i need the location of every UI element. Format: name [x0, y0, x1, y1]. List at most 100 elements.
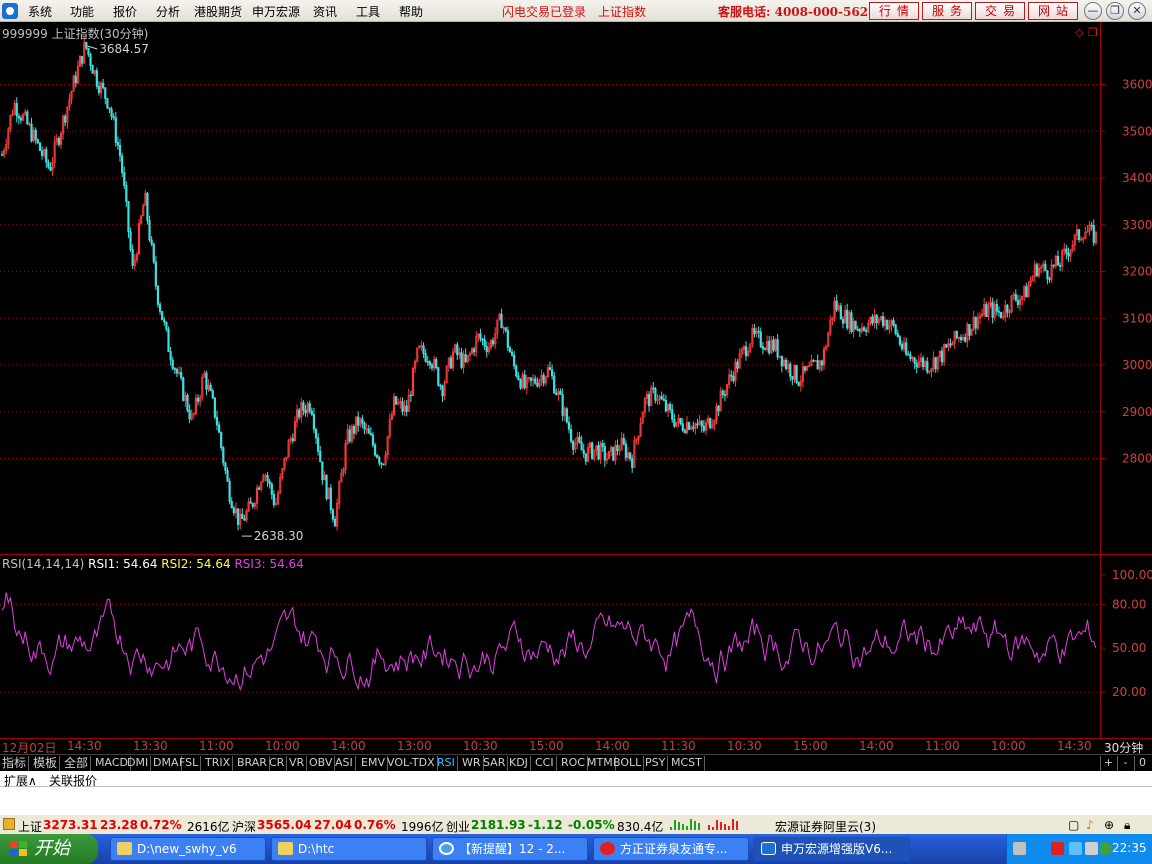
- price-tick-label: 3400: [1122, 171, 1152, 185]
- zoom-in-button[interactable]: +: [1100, 756, 1116, 771]
- tab-indicator[interactable]: 指标: [0, 756, 30, 771]
- tab-cci[interactable]: CCI: [533, 756, 557, 771]
- meter-bar: [708, 825, 710, 830]
- candle-body: [567, 421, 571, 430]
- candle-body: [580, 441, 583, 451]
- close-icon[interactable]: ✕: [1128, 2, 1146, 20]
- rsi-chart[interactable]: 100.00 80.00 50.00 20.00: [0, 555, 1152, 738]
- app-logo-icon[interactable]: [2, 3, 18, 19]
- system-tray: 22:35: [1006, 834, 1152, 864]
- volume-icon[interactable]: [1085, 842, 1098, 855]
- candlestick-chart[interactable]: 3600 3500 3400 3300 3200 3100 3000 2900 2800 3684…: [0, 22, 1152, 555]
- tab-boll[interactable]: BOLL: [611, 756, 645, 771]
- task-folder-swhy[interactable]: D:\new_swhy_v6: [110, 837, 266, 861]
- tab-roc[interactable]: ROC: [559, 756, 588, 771]
- task-folder-htc[interactable]: D:\htc: [271, 837, 427, 861]
- candle-body: [601, 443, 604, 447]
- candle-body: [500, 313, 503, 329]
- price-chart-panel[interactable]: 3600 3500 3400 3300 3200 3100 3000 2900 2800 3684…: [0, 22, 1152, 555]
- reset-zoom-button[interactable]: 0: [1134, 756, 1150, 771]
- candle-body: [236, 508, 240, 525]
- tab-brar[interactable]: BRAR: [235, 756, 270, 771]
- restore-icon[interactable]: ❐: [1106, 2, 1124, 20]
- zoom-out-button[interactable]: -: [1117, 756, 1133, 771]
- tab-asi[interactable]: ASI: [333, 756, 356, 771]
- trade-login-status[interactable]: 闪电交易已登录: [502, 3, 586, 20]
- task-fangzheng[interactable]: 方正证券泉友通专...: [593, 837, 749, 861]
- network-icon[interactable]: [1069, 842, 1082, 855]
- menu-hk-futures[interactable]: 港股期货: [194, 3, 242, 20]
- tab-mcst[interactable]: MCST: [669, 756, 705, 771]
- menu-quote[interactable]: 报价: [113, 3, 137, 20]
- menu-info[interactable]: 资讯: [313, 3, 337, 20]
- keyboard-icon[interactable]: [1013, 842, 1026, 855]
- tab-rsi[interactable]: RSI: [435, 756, 458, 771]
- quote-button[interactable]: 行情: [869, 2, 919, 20]
- rsi-axis-divider: [1100, 555, 1101, 738]
- menu-function[interactable]: 功能: [70, 3, 94, 20]
- candle-body: [376, 454, 379, 458]
- menu-analysis[interactable]: 分析: [156, 3, 180, 20]
- window-toggle-icon[interactable]: ▢: [1068, 818, 1079, 832]
- candle-body: [1006, 304, 1009, 313]
- tab-trix[interactable]: TRIX: [203, 756, 234, 771]
- candle-body: [361, 418, 364, 424]
- tab-obv[interactable]: OBV: [307, 756, 336, 771]
- update-icon[interactable]: [1099, 842, 1112, 855]
- candle-body: [515, 365, 518, 377]
- candle-body: [862, 327, 866, 331]
- candle-body: [721, 390, 724, 395]
- task-browser-reminder[interactable]: 【新提醒】12 - 2...: [432, 837, 588, 861]
- candle-body: [569, 429, 573, 442]
- signal-icon[interactable]: ⊕: [1104, 818, 1114, 832]
- candle-body: [428, 361, 431, 366]
- candle-body: [534, 378, 537, 384]
- tab-emv[interactable]: EMV: [359, 756, 388, 771]
- task-swhy-app[interactable]: 申万宏源增强版V6...: [754, 837, 910, 861]
- tab-psy[interactable]: PSY: [643, 756, 669, 771]
- time-label: 15:00: [529, 739, 564, 753]
- menu-swhy[interactable]: 申万宏源: [252, 3, 300, 20]
- tab-wr[interactable]: WR: [460, 756, 484, 771]
- antivirus-icon[interactable]: [1051, 842, 1064, 855]
- candle-body: [380, 462, 383, 465]
- trade-button[interactable]: 交易: [975, 2, 1025, 20]
- chart-title: 999999 上证指数(30分钟): [2, 27, 149, 41]
- tab-vr[interactable]: VR: [287, 756, 308, 771]
- candle-body: [955, 330, 958, 339]
- bell-icon[interactable]: ♪: [1086, 818, 1094, 832]
- candle-body: [165, 321, 168, 330]
- tab-all[interactable]: 全部: [62, 756, 92, 771]
- candle-body: [584, 453, 587, 462]
- time-label: 10:00: [265, 739, 300, 753]
- tab-dmi[interactable]: DMI: [125, 756, 152, 771]
- menu-tools[interactable]: 工具: [356, 3, 380, 20]
- tab-kdj[interactable]: KDJ: [507, 756, 531, 771]
- diamond-icon[interactable]: ◇: [1075, 26, 1083, 39]
- lock-icon[interactable]: [3, 818, 15, 830]
- tab-fsl[interactable]: FSL: [177, 756, 202, 771]
- tab-sar[interactable]: SAR: [481, 756, 509, 771]
- current-index-label[interactable]: 上证指数: [598, 3, 646, 20]
- candle-body: [104, 87, 107, 99]
- service-button[interactable]: 服务: [922, 2, 972, 20]
- meter-bar: [732, 819, 734, 830]
- maximize-panel-icon[interactable]: ❐: [1088, 26, 1098, 39]
- high-price-label: 3684.57: [99, 42, 149, 56]
- lock-status-icon[interactable]: 🔒︎: [1124, 818, 1130, 833]
- tab-cr[interactable]: CR: [267, 756, 288, 771]
- start-button[interactable]: 开始: [0, 834, 98, 864]
- menu-help[interactable]: 帮助: [399, 3, 423, 20]
- candle-body: [426, 361, 429, 363]
- website-button[interactable]: 网站: [1028, 2, 1078, 20]
- hs-change: 27.04: [314, 818, 352, 832]
- tab-vol-tdx[interactable]: VOL-TDX: [385, 756, 438, 771]
- menu-system[interactable]: 系统: [28, 3, 52, 20]
- cy-label: 创业: [446, 820, 471, 834]
- rsi-panel[interactable]: 100.00 80.00 50.00 20.00 RSI(14,14,14) RSI1…: [0, 555, 1152, 738]
- candle-body: [258, 487, 261, 490]
- tab-template[interactable]: 模板: [31, 756, 61, 771]
- time-label: 14:00: [859, 739, 894, 753]
- candle-body: [1014, 294, 1017, 301]
- minimize-icon[interactable]: —: [1084, 2, 1102, 20]
